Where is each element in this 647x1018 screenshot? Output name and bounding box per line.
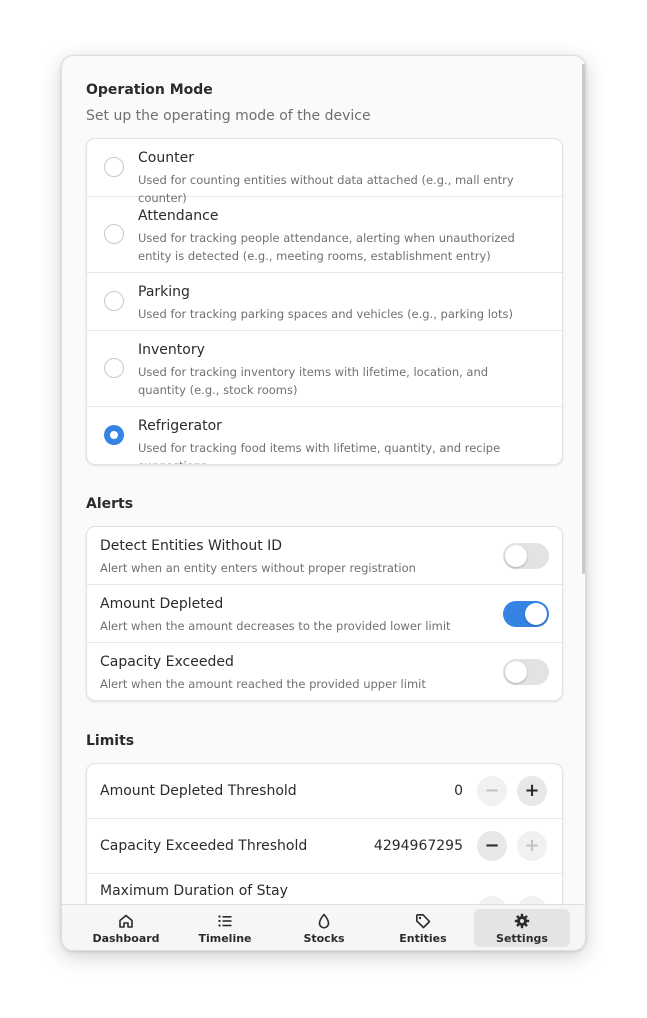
limit-label: Amount Depleted Threshold: [100, 783, 297, 799]
radio-attendance[interactable]: [104, 224, 124, 244]
list-icon: [218, 915, 232, 927]
limit-label: Maximum Duration of Stay: [100, 883, 288, 899]
nav-label: Settings: [496, 932, 548, 945]
mode-option-description: Used for tracking parking spaces and veh…: [138, 307, 513, 321]
mode-option-refrigerator[interactable]: Refrigerator Used for tracking food item…: [87, 407, 562, 464]
limit-value[interactable]: 0: [343, 783, 463, 799]
limit-value[interactable]: 4294967295: [343, 838, 463, 854]
nav-settings[interactable]: Settings: [474, 909, 570, 947]
decrement-button[interactable]: −: [477, 831, 507, 861]
amount-depleted-toggle[interactable]: [503, 601, 549, 627]
nav-stocks[interactable]: Stocks: [276, 909, 372, 947]
mode-option-description: Used for tracking people attendance, ale…: [138, 231, 515, 263]
bottom-navigation: Dashboard Timeline Stocks Entities Setti…: [62, 904, 585, 950]
mode-option-title: Attendance: [138, 208, 219, 224]
mode-option-inventory[interactable]: Inventory Used for tracking inventory it…: [87, 331, 562, 407]
limits-list: Amount Depleted Threshold 0 − + Capacity…: [86, 763, 563, 906]
alert-title: Detect Entities Without ID: [100, 538, 283, 554]
alert-description: Alert when an entity enters without prop…: [100, 561, 416, 575]
increment-button[interactable]: +: [517, 776, 547, 806]
limit-label: Capacity Exceeded Threshold: [100, 838, 308, 854]
detect-without-id-toggle[interactable]: [503, 543, 549, 569]
nav-label: Timeline: [198, 932, 252, 945]
alerts-list: Detect Entities Without ID Alert when an…: [86, 526, 563, 701]
drop-icon: [318, 913, 330, 929]
capacity-exceeded-toggle[interactable]: [503, 659, 549, 685]
radio-inventory[interactable]: [104, 358, 124, 378]
limits-heading: Limits: [86, 733, 135, 749]
home-icon: [119, 914, 133, 928]
nav-dashboard[interactable]: Dashboard: [78, 909, 174, 947]
radio-counter[interactable]: [104, 157, 124, 177]
gear-icon: [514, 913, 530, 929]
operation-mode-list: Counter Used for counting entities witho…: [86, 138, 563, 465]
nav-label: Dashboard: [92, 932, 160, 945]
settings-window: Operation Mode Set up the operating mode…: [61, 55, 586, 951]
mode-option-title: Parking: [138, 284, 190, 300]
alert-title: Amount Depleted: [100, 596, 224, 612]
mode-option-title: Inventory: [138, 342, 205, 358]
limit-row-capacity-exceeded: Capacity Exceeded Threshold 4294967295 −…: [87, 819, 562, 874]
nav-label: Stocks: [303, 932, 345, 945]
alert-row-capacity-exceeded[interactable]: Capacity Exceeded Alert when the amount …: [87, 643, 562, 700]
radio-parking[interactable]: [104, 291, 124, 311]
alert-description: Alert when the amount decreases to the p…: [100, 619, 451, 633]
radio-refrigerator[interactable]: [104, 425, 124, 445]
alert-description: Alert when the amount reached the provid…: [100, 677, 426, 691]
mode-option-title: Counter: [138, 150, 194, 166]
mode-option-title: Refrigerator: [138, 418, 222, 434]
mode-option-attendance[interactable]: Attendance Used for tracking people atte…: [87, 197, 562, 273]
limit-row-amount-depleted: Amount Depleted Threshold 0 − +: [87, 764, 562, 819]
toggle-knob: [505, 545, 527, 567]
operation-mode-subtitle: Set up the operating mode of the device: [86, 108, 371, 124]
toggle-knob: [505, 661, 527, 683]
tag-icon: [416, 914, 431, 929]
mode-option-counter[interactable]: Counter Used for counting entities witho…: [87, 139, 562, 205]
alert-row-detect-without-id[interactable]: Detect Entities Without ID Alert when an…: [87, 527, 562, 585]
toggle-knob: [525, 603, 547, 625]
nav-entities[interactable]: Entities: [375, 909, 471, 947]
settings-scroll-area[interactable]: Operation Mode Set up the operating mode…: [62, 56, 585, 906]
alerts-heading: Alerts: [86, 496, 134, 512]
mode-option-description: Used for tracking inventory items with l…: [138, 365, 489, 397]
nav-label: Entities: [399, 932, 447, 945]
operation-mode-heading: Operation Mode: [86, 82, 213, 98]
mode-option-description: Used for tracking food items with lifeti…: [138, 441, 501, 464]
limit-row-max-duration: Maximum Duration of Stay − +: [87, 874, 562, 906]
nav-timeline[interactable]: Timeline: [177, 909, 273, 947]
alert-title: Capacity Exceeded: [100, 654, 234, 670]
increment-button[interactable]: +: [517, 831, 547, 861]
scrollbar[interactable]: [582, 64, 585, 574]
decrement-button[interactable]: −: [477, 776, 507, 806]
alert-row-amount-depleted[interactable]: Amount Depleted Alert when the amount de…: [87, 585, 562, 643]
mode-option-parking[interactable]: Parking Used for tracking parking spaces…: [87, 273, 562, 331]
